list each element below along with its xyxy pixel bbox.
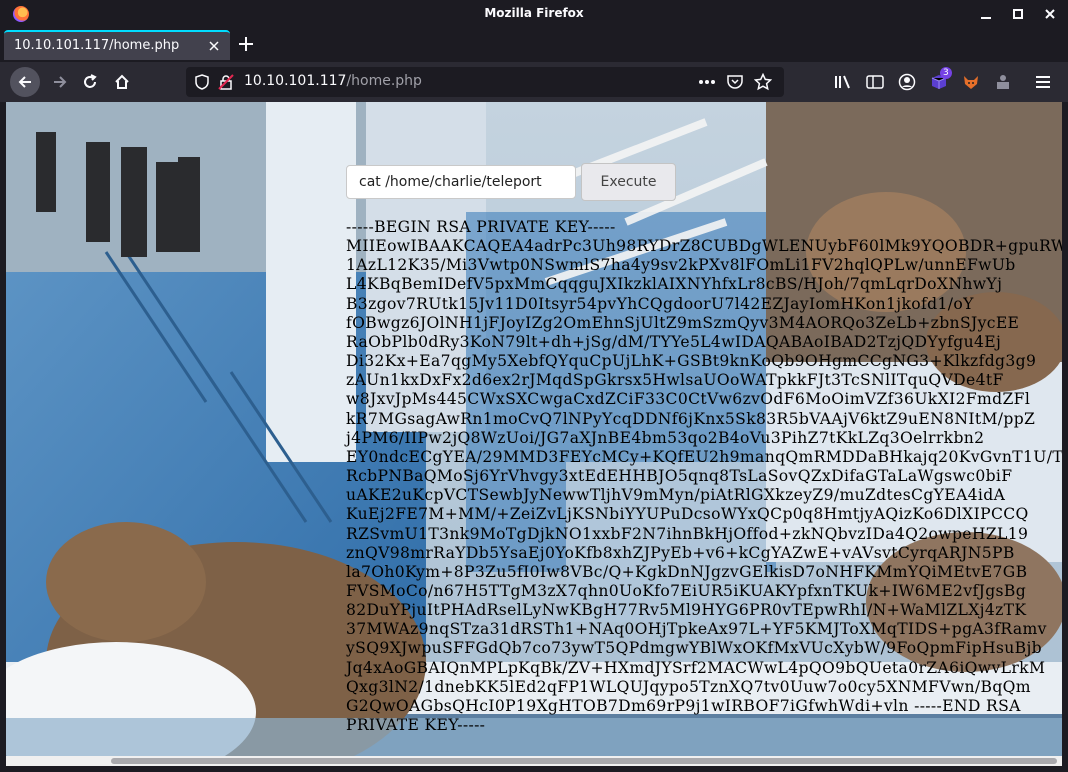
- output-line: 82DuYPjuItPHAdRselLyNwKBgH77Rv5Ml9HYG6PR…: [346, 601, 1027, 620]
- output-line: RcbPNBaQMoSj6YrVhvgy3xtEdEHHBJO5qnq8TsLa…: [346, 467, 1013, 486]
- library-icon[interactable]: [834, 74, 852, 90]
- url-host: 10.10.101.117: [244, 73, 347, 89]
- tab-home-php[interactable]: 10.10.101.117/home.php: [4, 30, 230, 60]
- output-line: 37MWAz9nqSTza31dRSTh1+NAq0OHjTpkeAx97L+Y…: [346, 620, 1047, 639]
- page-content: cat /home/charlie/teleport Execute -----…: [6, 102, 1062, 756]
- output-line: uAKE2uKcpVCTSewbJyNewwTljhV9mMyn/piAtRlG…: [346, 486, 1006, 505]
- minimize-icon[interactable]: [978, 6, 994, 22]
- output-line: KuEj2FE7M+MM/+ZeiZvLjKSNbiYYUPuDcsoWYxQC…: [346, 505, 1029, 524]
- command-input[interactable]: cat /home/charlie/teleport: [346, 165, 576, 199]
- output-line: G2QwOAGbsQHcI0P19XgHTOB7Dm69rP9j1wIRBOF7…: [346, 696, 1021, 715]
- page-actions-icon[interactable]: [698, 74, 716, 90]
- forward-button[interactable]: [46, 68, 74, 96]
- hamburger-menu-icon[interactable]: [1034, 74, 1052, 90]
- output-line: MIIEowIBAAKCAQEA4adrPc3Uh98RYDrZ8CUBDgWL…: [346, 237, 1062, 256]
- insecure-lock-icon[interactable]: [218, 74, 234, 90]
- execute-button[interactable]: Execute: [581, 163, 676, 201]
- window-titlebar: Mozilla Firefox: [0, 0, 1068, 28]
- home-icon: [115, 74, 129, 89]
- account-icon[interactable]: [898, 73, 916, 91]
- forward-arrow-icon: [54, 76, 67, 88]
- bookmark-star-icon[interactable]: [754, 73, 772, 91]
- output-line: w8JxvJpMs445CWxSXCwgaCxdZCiF33C0CtVw6zvO…: [346, 390, 1031, 409]
- output-line: zAUn1kxDxFx2d6ex2rJMqdSpGkrsx5HwlsaUOoWA…: [346, 371, 1004, 390]
- url-path: /home.php: [346, 73, 422, 89]
- output-line: Qxg3lN2/1dnebKK5lEd2qFP1WLQUJqypo5TznXQ7…: [346, 677, 1031, 696]
- command-output: -----BEGIN RSA PRIVATE KEY----- MIIEowIBA…: [346, 218, 1062, 735]
- url-text[interactable]: 10.10.101.117/home.php: [244, 73, 422, 89]
- reload-button[interactable]: [76, 68, 104, 96]
- horizontal-scrollbar[interactable]: [6, 756, 1062, 766]
- output-line: Jq4xAoGBAIQnMPLpKqBk/ZV+HXmdJYSrf2MACWwL…: [346, 658, 1046, 677]
- home-button[interactable]: [108, 68, 136, 96]
- window-title: Mozilla Firefox: [484, 6, 584, 20]
- output-line: -----BEGIN RSA PRIVATE KEY-----: [346, 218, 616, 236]
- fox-extension-icon[interactable]: [960, 72, 982, 92]
- window-bottom-edge: [0, 766, 1068, 772]
- output-line: j4PM6/IIPw2jQ8WzUoi/JG7aXJnBE4bm53qo2B4o…: [346, 428, 985, 447]
- output-line: Di32Kx+Ea7qgMy5XebfQYquCpUjLhK+GSBt9knKo…: [346, 352, 1037, 371]
- output-line: PRIVATE KEY-----: [346, 716, 486, 735]
- new-tab-icon[interactable]: [236, 34, 256, 54]
- extension-badge: 3: [940, 67, 952, 79]
- output-line: ySQ9XJwpuSFFGdQb7co73ywT5QPdmgwYBlWxOKfM…: [346, 639, 1042, 658]
- output-line: fOBwgz6JOlNH1jFJoyIZg2OmEhnSjUltZ9mSzmQy…: [346, 313, 1020, 332]
- maximize-icon[interactable]: [1010, 6, 1026, 22]
- close-window-icon[interactable]: [1042, 6, 1058, 22]
- back-arrow-icon: [18, 76, 31, 88]
- output-line: 1AzL12K35/Mi3Vwtp0NSwmlS7ha4y9sv2kPXv8lF…: [346, 256, 1016, 275]
- output-line: znQV98mrRaYDb5YsaEj0YoKfb8xhZJPyEb+v6+kC…: [346, 543, 1015, 562]
- tab-title: 10.10.101.117/home.php: [14, 38, 180, 53]
- output-line: B3zgov7RUtk15Jv11D0Itsyr54pvYhCQgdoorU7l…: [346, 294, 974, 313]
- tab-bar: 10.10.101.117/home.php: [0, 28, 1068, 62]
- output-line: EY0ndcECgYEA/29MMD3FEYcMCy+KQfEU2h9manqQ…: [346, 447, 1062, 466]
- output-line: L4KBqBemIDefV5pxMmCqqguJXIkzklAIXNYhfxLr…: [346, 275, 1003, 294]
- puzzle-extension-icon[interactable]: [994, 73, 1012, 91]
- window-right-edge: [1062, 102, 1068, 766]
- back-button[interactable]: [10, 67, 40, 97]
- reload-icon: [84, 74, 97, 88]
- output-line: RZSvmU1T3nk9MoTgDjkNO1xxbF2N7ihnBkHjOffo…: [346, 524, 1029, 543]
- shield-icon[interactable]: [194, 74, 210, 90]
- output-line: kR7MGsagAwRn1moCvQ7lNPyYcqDDNf6jKnx5Sk83…: [346, 409, 1036, 428]
- sidebar-icon[interactable]: [866, 74, 884, 90]
- navigation-toolbar: 10.10.101.117/home.php 3: [0, 62, 1068, 102]
- pocket-icon[interactable]: [726, 74, 744, 90]
- url-bar[interactable]: 10.10.101.117/home.php: [186, 67, 784, 97]
- output-line: RaObPlb0dRy3KoN79lt+dh+jSg/dM/TYYe5L4wID…: [346, 332, 1002, 351]
- scrollbar-thumb[interactable]: [111, 758, 1057, 764]
- output-line: FVSMoCo/n67H5TTgM3zX7qhn0UoKfo7EiUR5iKUA…: [346, 581, 1027, 600]
- close-tab-icon[interactable]: [206, 38, 222, 54]
- output-line: la7Oh0Kym+8P3Zu5fI0Iw8VBc/Q+KgkDnNJgzvGE…: [346, 562, 1028, 581]
